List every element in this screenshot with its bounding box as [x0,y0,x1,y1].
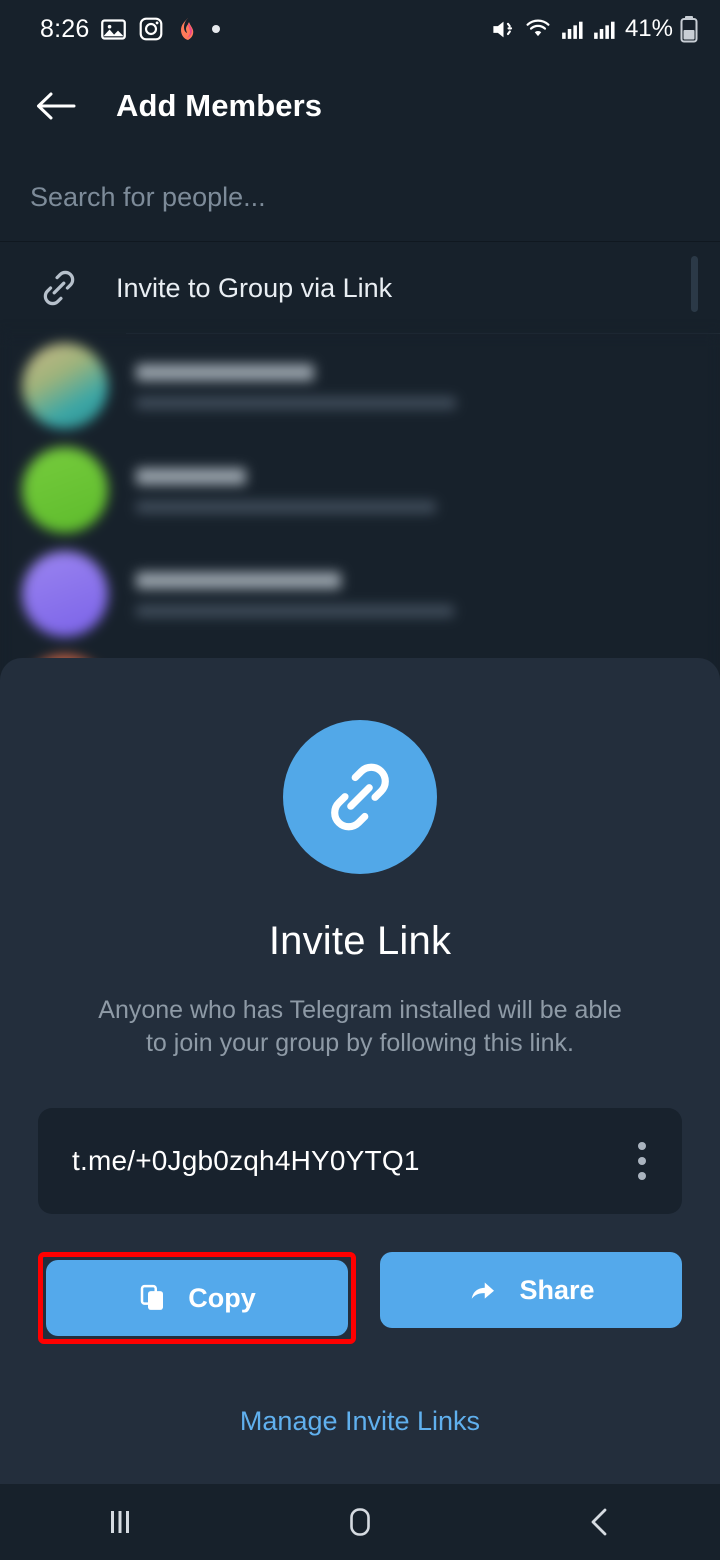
back-button[interactable] [30,80,82,132]
app-icon [175,16,199,42]
mute-icon [490,16,517,43]
recents-icon [103,1505,137,1539]
list-item[interactable] [0,542,720,646]
invite-link-field[interactable]: t.me/+0Jgb0zqh4HY0YTQ1 [38,1108,682,1214]
status-clock: 8:26 [40,14,90,43]
copy-icon [138,1283,168,1313]
battery-percent-label: 41% [624,15,673,42]
list-item[interactable] [0,438,720,542]
battery-icon [680,15,698,43]
share-button-label: Share [519,1274,595,1305]
avatar [22,447,108,533]
home-button[interactable] [300,1484,420,1560]
nav-back-icon [583,1505,617,1539]
contact-status [136,604,454,617]
contact-name [136,363,314,381]
back-arrow-icon [35,89,77,123]
list-item-text [136,571,454,617]
list-item[interactable] [0,334,720,438]
search-row[interactable] [0,154,720,242]
signal-sim1-icon [559,17,584,42]
nav-back-button[interactable] [540,1484,660,1560]
copy-button-label: Copy [188,1282,256,1313]
link-icon [36,265,82,311]
copy-button[interactable]: Copy [46,1260,348,1336]
app-bar: Add Members [0,58,720,154]
avatar [22,343,108,429]
share-button[interactable]: Share [380,1252,682,1328]
link-icon [319,756,401,838]
search-input[interactable] [30,182,720,213]
manage-invite-links-link[interactable]: Manage Invite Links [240,1406,480,1437]
status-bar-right: 41% [490,15,698,43]
system-nav-bar [0,1484,720,1560]
sheet-link-badge [283,720,437,874]
contact-status [136,500,436,513]
recents-button[interactable] [60,1484,180,1560]
copy-button-highlight: Copy [38,1252,356,1344]
signal-sim2-icon [591,17,616,42]
avatar [22,551,108,637]
wifi-icon [524,16,552,42]
invite-to-group-via-link-row[interactable]: Invite to Group via Link [0,242,720,334]
invite-link-sheet: Invite Link Anyone who has Telegram inst… [0,658,720,1484]
sheet-description: Anyone who has Telegram installed will b… [98,996,622,1057]
sheet-button-row: Copy Share [38,1252,682,1344]
status-bar: 8:26 41% [0,0,720,58]
status-bar-left: 8:26 [40,15,222,44]
invite-link-label: Invite to Group via Link [116,272,393,303]
list-item-text [136,467,436,513]
contact-name [136,571,341,589]
sheet-title: Invite Link [268,919,452,963]
contact-status [136,396,456,409]
photos-icon [100,16,127,43]
more-vertical-icon[interactable] [632,1132,652,1190]
share-arrow-icon [467,1275,499,1305]
home-icon [342,1504,378,1540]
invite-link-value: t.me/+0Jgb0zqh4HY0YTQ1 [72,1145,420,1176]
instagram-icon [138,16,164,42]
page-title: Add Members [116,88,323,123]
list-item-text [136,363,456,409]
dot-icon [210,23,222,35]
contact-name [136,467,246,485]
list-scrollbar[interactable] [691,256,698,312]
